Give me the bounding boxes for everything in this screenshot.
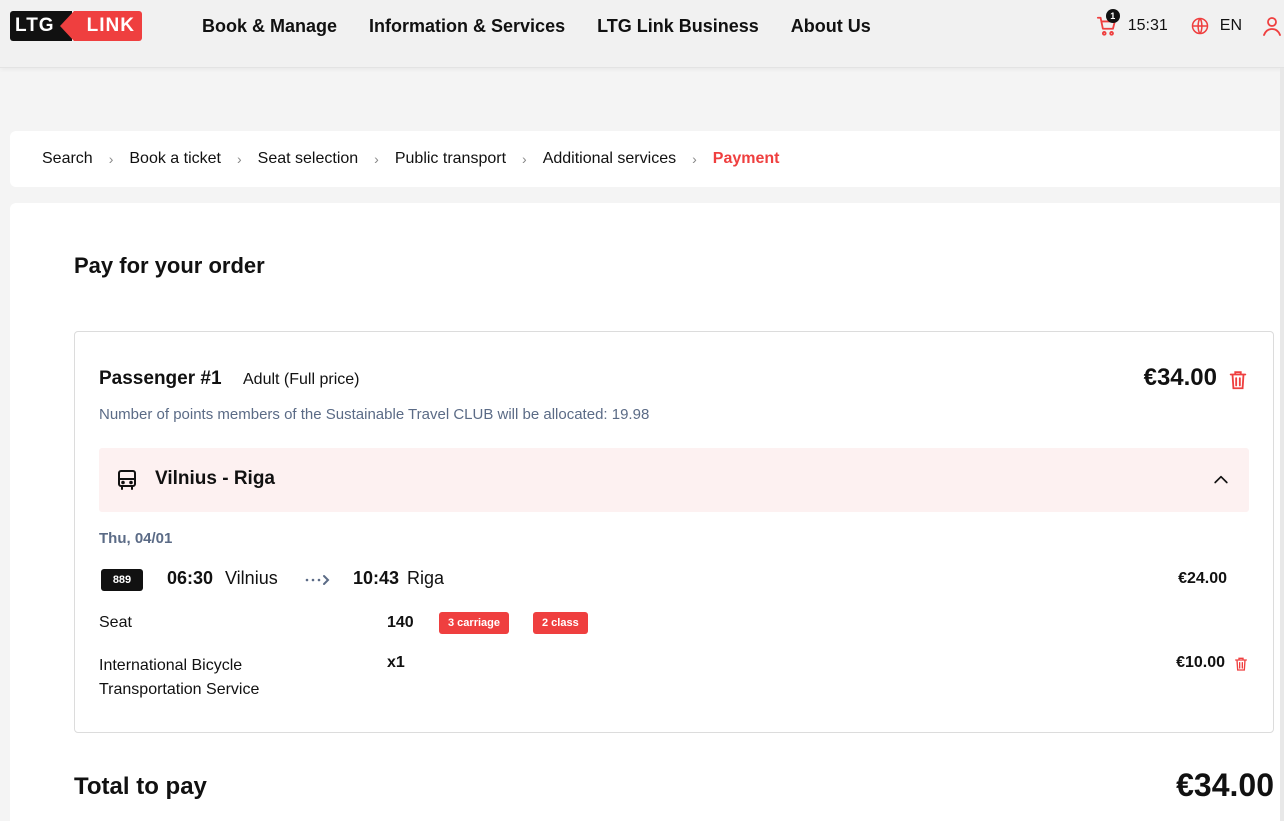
breadcrumb: Search › Book a ticket › Seat selection … [10,131,1284,187]
nav-ltg-link-business[interactable]: LTG Link Business [597,16,759,37]
seat-label: Seat [99,614,132,631]
user-icon[interactable] [1260,14,1284,38]
language-label: EN [1219,17,1242,34]
chevron-right-icon: › [374,151,379,167]
chevron-right-icon: › [236,151,242,167]
nav-about-us[interactable]: About Us [791,16,871,37]
chevron-right-icon: › [522,151,527,167]
route-title: Vilnius - Riga [155,468,276,489]
session-timer: 15:31 [1127,17,1168,34]
delete-service-trash-icon[interactable] [1233,656,1249,672]
bus-icon [118,470,136,490]
breadcrumb-seat-selection[interactable]: Seat selection [258,150,359,168]
class-badge: 2 class [533,612,588,634]
total-value: €34.00 [1176,767,1274,803]
breadcrumb-book-ticket[interactable]: Book a ticket [129,150,221,168]
page-scrollbar[interactable] [1280,68,1284,821]
logo-link-text: LINK [60,11,142,41]
total-label: Total to pay [74,773,207,800]
passenger-name: Passenger #1 [99,368,222,389]
service-quantity: x1 [387,654,405,671]
chevron-right-icon: › [108,151,114,167]
breadcrumb-search[interactable]: Search [42,150,93,168]
payment-panel: Pay for your order Passenger #1 Adult (F… [10,203,1284,821]
breadcrumb-payment: Payment [712,150,780,167]
chevron-up-icon [1214,475,1228,484]
delete-passenger-trash-icon[interactable] [1227,369,1249,391]
service-label: International Bicycle Transportation Ser… [99,657,260,698]
arrival-time: 10:43 [353,568,400,588]
points-note: Number of points members of the Sustaina… [99,406,650,423]
trip-date: Thu, 04/01 [99,530,173,547]
route-arrow-icon [305,575,330,585]
leg-price: €24.00 [1178,570,1227,587]
arrival-city: Riga [407,568,445,588]
main-nav: Book & Manage Information & Services LTG… [202,0,903,52]
passenger-card: Passenger #1 Adult (Full price) €34.00 N… [74,331,1274,733]
seat-number: 140 [387,614,414,631]
nav-information-services[interactable]: Information & Services [369,16,565,37]
page-title: Pay for your order [74,253,265,278]
passenger-price: €34.00 [1143,364,1217,391]
breadcrumb-additional-services[interactable]: Additional services [543,150,676,168]
passenger-type: Adult (Full price) [243,371,360,388]
cart-button[interactable]: 1 [1096,9,1120,37]
globe-icon [1191,17,1209,35]
chevron-right-icon: › [692,151,697,167]
service-price: €10.00 [1176,654,1225,671]
language-selector[interactable]: EN [1190,16,1242,36]
departure-city: Vilnius [225,568,278,588]
top-header: LTG LINK Book & Manage Information & Ser… [0,0,1284,68]
header-actions: 1 15:31 EN [1096,0,1284,52]
breadcrumb-public-transport[interactable]: Public transport [395,150,506,168]
carriage-badge: 3 carriage [439,612,509,634]
ltg-link-logo[interactable]: LTG LINK [10,11,142,41]
cart-count-badge: 1 [1105,9,1120,23]
route-accordion-header[interactable]: Vilnius - Riga [99,448,1249,512]
nav-book-manage[interactable]: Book & Manage [202,16,337,37]
train-number-badge: 889 [101,569,143,591]
departure-time: 06:30 [167,568,214,588]
